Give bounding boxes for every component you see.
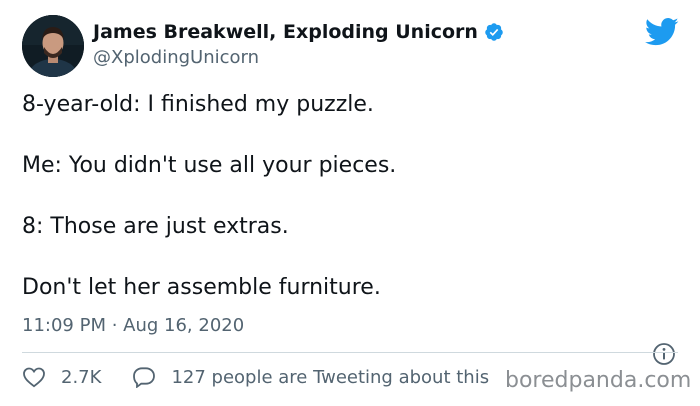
tweet-line: 8: Those are just extras.: [22, 214, 289, 239]
tweet-line: Me: You didn't use all your pieces.: [22, 153, 397, 178]
tweet-line: Don't let her assemble furniture.: [22, 275, 381, 300]
heart-icon: [23, 367, 45, 388]
verified-badge-icon: [485, 23, 503, 41]
info-icon[interactable]: [652, 342, 676, 366]
divider: [22, 352, 678, 353]
tweet-actions: 2.7K 127 people are Tweeting about this: [22, 366, 489, 388]
tweet-card: James Breakwell, Exploding Unicorn @Xplo…: [0, 0, 700, 406]
reply-button[interactable]: 127 people are Tweeting about this: [132, 366, 489, 388]
tweet-text: 8-year-old: I finished my puzzle. Me: Yo…: [22, 90, 396, 303]
speech-bubble-icon: [133, 367, 156, 388]
conversation-count: 127 people are Tweeting about this: [171, 366, 490, 388]
author-name-row: James Breakwell, Exploding Unicorn: [93, 21, 504, 43]
tweet-timestamp[interactable]: 11:09 PM · Aug 16, 2020: [22, 315, 244, 336]
avatar[interactable]: [22, 15, 84, 77]
like-button[interactable]: 2.7K: [22, 366, 101, 388]
tweet-line: 8-year-old: I finished my puzzle.: [22, 92, 374, 117]
twitter-bird-icon[interactable]: [645, 17, 679, 47]
like-count: 2.7K: [61, 366, 102, 388]
watermark: boredpanda.com: [505, 368, 692, 393]
author-handle[interactable]: @XplodingUnicorn: [93, 47, 259, 68]
author-display-name[interactable]: James Breakwell, Exploding Unicorn: [93, 21, 478, 43]
